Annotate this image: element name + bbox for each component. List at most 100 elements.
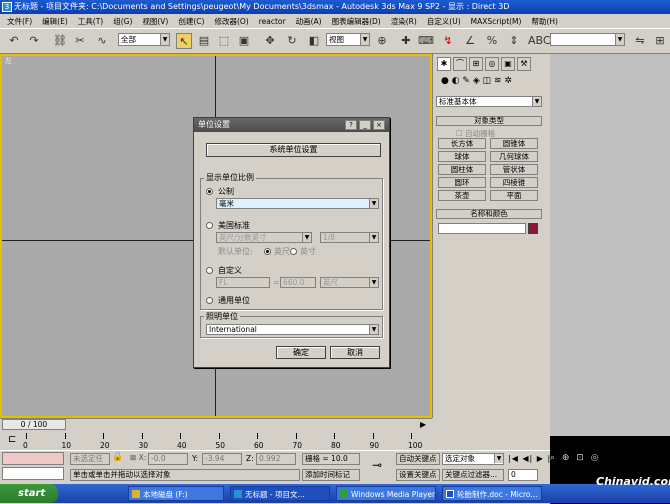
transform-mode-icon[interactable]: ⊠ X: [130,453,146,462]
menu-modifiers[interactable]: 修改器(O) [209,16,253,27]
viewport-label[interactable]: 左 [5,56,12,66]
bind-space-warp-icon[interactable]: ∿ [94,33,110,49]
metric-radio[interactable] [206,188,213,195]
close-icon[interactable]: × [373,120,385,130]
cone-button[interactable]: 圆锥体 [490,138,538,149]
plane-button[interactable]: 平面 [490,190,538,201]
menu-create[interactable]: 创建(C) [173,16,209,27]
time-slider-next-icon[interactable]: ▶ [420,420,426,429]
pivot-center-icon[interactable]: ⊕ [374,33,390,49]
box-button[interactable]: 长方体 [438,138,486,149]
percent-snap-icon[interactable]: % [484,33,500,49]
task-word[interactable]: 轮胎制作.doc - Micro... [442,486,542,501]
x-coordinate[interactable]: -0.0 [148,453,188,465]
geosphere-button[interactable]: 几何球体 [490,151,538,162]
torus-button[interactable]: 圆环 [438,177,486,188]
edit-named-selection-icon[interactable]: ABC [528,33,551,49]
lighting-units-dropdown[interactable]: International ▼ [206,324,379,335]
time-slider-thumb[interactable]: 0 / 100 [2,419,66,430]
pyramid-button[interactable]: 四棱锥 [490,177,538,188]
hierarchy-tab-icon[interactable]: ⊞ [469,57,483,71]
z-coordinate[interactable]: 0.992 [256,453,296,465]
selection-filter-dropdown[interactable]: 全部 ▼ [118,33,170,46]
start-button[interactable]: start [0,484,58,503]
add-time-tag[interactable]: 添加时间标记 [302,469,360,481]
sphere-button[interactable]: 球体 [438,151,486,162]
select-rotate-icon[interactable]: ↻ [284,33,300,49]
menu-rendering[interactable]: 渲染(R) [386,16,422,27]
geometry-icon[interactable]: ● ◐ ✎ ◈ ◫ ≋ ✲ [441,76,512,86]
us-fraction-dropdown[interactable]: 1/8 ▼ [320,232,379,243]
feet-radio[interactable] [264,248,271,255]
custom-name-input[interactable]: FL [216,277,270,288]
name-color-rollout[interactable]: 名称和颜色 [436,209,542,219]
menu-edit[interactable]: 编辑(E) [37,16,73,27]
menu-graph-editors[interactable]: 图表编辑器(D) [327,16,386,27]
object-type-rollout[interactable]: 对象类型 [436,116,542,126]
key-selection-dropdown[interactable]: 选定对象 ▼ [442,453,504,465]
mini-curve-editor-icon[interactable]: ⊏ [8,434,16,445]
align-icon[interactable]: ⊞ [652,33,668,49]
us-unit-dropdown[interactable]: 英尺/分数英寸 ▼ [216,232,312,243]
menu-tools[interactable]: 工具(T) [73,16,108,27]
menu-maxscript[interactable]: MAXScript(M) [466,17,527,26]
display-tab-icon[interactable]: ▣ [501,57,515,71]
custom-radio[interactable] [206,267,213,274]
generic-units-radio[interactable] [206,297,213,304]
current-frame-input[interactable]: 0 [508,469,538,481]
tube-button[interactable]: 管状体 [490,164,538,175]
menu-reactor[interactable]: reactor [254,17,291,26]
utilities-tab-icon[interactable]: ⚒ [517,57,531,71]
redo-icon[interactable]: ↷ [26,33,42,49]
y-coordinate[interactable]: -3.94 [202,453,242,465]
spinner-snap-icon[interactable]: ⇕ [506,33,522,49]
named-selection-dropdown[interactable]: ▼ [550,33,625,46]
cancel-button[interactable]: 取消 [330,346,380,359]
select-move-icon[interactable]: ✥ [262,33,278,49]
metric-unit-dropdown[interactable]: 毫米 ▼ [216,198,379,209]
navigation-controls[interactable]: ⌕ ⊕ ⊡ ◎ [550,453,601,463]
select-object-icon[interactable]: ↖ [176,33,192,49]
track-bar[interactable]: ⊏ [0,432,550,450]
rectangular-selection-icon[interactable]: ⬚ [216,33,232,49]
custom-unit-dropdown[interactable]: 英尺 ▼ [320,277,379,288]
menu-animation[interactable]: 动画(A) [291,16,327,27]
minimize-icon[interactable]: _ [359,120,371,130]
inches-radio[interactable] [290,248,297,255]
ok-button[interactable]: 确定 [276,346,326,359]
mirror-icon[interactable]: ⇋ [632,33,648,49]
key-filters-button[interactable]: 关键点过滤器... [442,469,504,481]
lock-icon[interactable]: 🔒 [112,452,123,462]
select-by-name-icon[interactable]: ▤ [196,33,212,49]
unlink-icon[interactable]: ✂ [72,33,88,49]
menu-view[interactable]: 视图(V) [137,16,173,27]
task-3dsmax[interactable]: 无标题 - 项目文... [230,486,330,501]
maxscript-mini-listener[interactable] [2,467,64,480]
task-media-player[interactable]: Windows Media Player [336,486,436,501]
menu-file[interactable]: 文件(F) [2,16,37,27]
set-key-button[interactable]: 设置关键点 [396,469,440,481]
object-name-input[interactable] [438,223,526,234]
create-tab-icon[interactable]: ✱ [437,57,451,71]
motion-tab-icon[interactable]: ◎ [485,57,499,71]
teapot-button[interactable]: 茶壶 [438,190,486,201]
set-key-icon[interactable]: ⊸ [372,458,382,472]
cylinder-button[interactable]: 圆柱体 [438,164,486,175]
reference-coordinate-dropdown[interactable]: 视图 ▼ [326,33,370,46]
us-standard-radio[interactable] [206,222,213,229]
menu-customize[interactable]: 自定义(U) [422,16,466,27]
window-crossing-icon[interactable]: ▣ [236,33,252,49]
help-icon[interactable]: ? [345,120,357,130]
task-local-disk[interactable]: 本地磁盘 (F:) [128,486,224,501]
custom-value-input[interactable]: 660.0 [280,277,316,288]
menu-group[interactable]: 组(G) [108,16,137,27]
category-dropdown[interactable]: 标准基本体 ▼ [436,96,542,107]
app-icon[interactable]: 3 [2,2,12,12]
menu-help[interactable]: 帮助(H) [526,16,563,27]
select-link-icon[interactable]: ⛓ [52,33,68,49]
select-manipulate-icon[interactable]: ✚ [398,33,414,49]
snap-toggle-icon[interactable]: ↯ [440,33,456,49]
modify-tab-icon[interactable]: ⌒ [453,57,467,71]
object-color-swatch[interactable] [528,223,538,234]
system-unit-setup-button[interactable]: 系统单位设置 [206,143,381,157]
